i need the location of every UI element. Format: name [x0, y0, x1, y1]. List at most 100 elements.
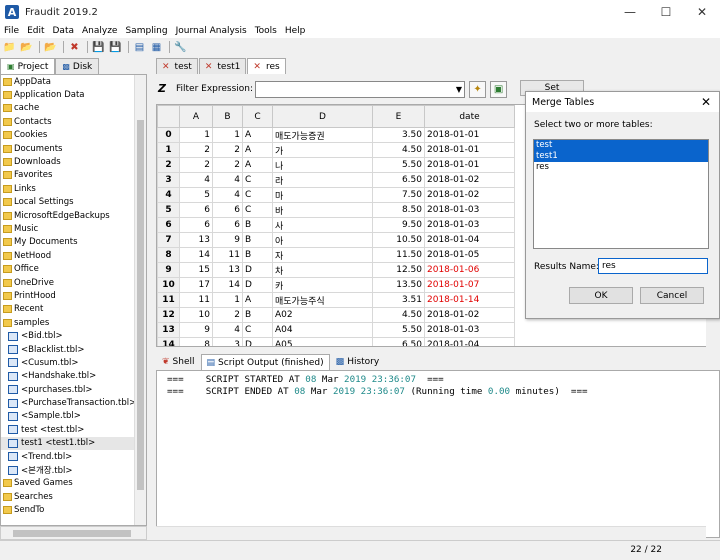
- table-cell[interactable]: C: [242, 322, 273, 338]
- tree-table[interactable]: <Sample.tbl>: [1, 410, 146, 423]
- table-cell[interactable]: B: [242, 217, 273, 233]
- tab-history[interactable]: ▩ History: [330, 354, 386, 370]
- tree-horizontal-scrollbar[interactable]: [0, 526, 147, 540]
- table-cell[interactable]: 4: [179, 172, 213, 188]
- table-row[interactable]: 12 10 2 B A02 4.50 2018-01-02: [157, 307, 515, 323]
- table-cell[interactable]: 2018-01-04: [424, 232, 515, 248]
- tree-table[interactable]: <Blacklist.tbl>: [1, 343, 146, 356]
- table-cell[interactable]: 3.51: [372, 292, 425, 308]
- table-cell[interactable]: 2: [212, 307, 243, 323]
- column-header[interactable]: C: [242, 105, 273, 128]
- table-row[interactable]: 8 14 11 B 자 11.50 2018-01-05: [157, 247, 515, 263]
- table-row[interactable]: 2 2 2 A 나 5.50 2018-01-01: [157, 157, 515, 173]
- tree-folder[interactable]: Recent: [1, 303, 146, 316]
- table-cell[interactable]: 13.50: [372, 277, 425, 293]
- table-cell[interactable]: 13: [212, 262, 243, 278]
- table-cell[interactable]: 4.50: [372, 142, 425, 158]
- table-cell[interactable]: 자: [272, 247, 373, 263]
- results-name-input[interactable]: res: [598, 258, 708, 274]
- wrench-icon[interactable]: 🔧: [173, 40, 188, 54]
- table-cell[interactable]: C: [242, 172, 273, 188]
- filter-expression-input[interactable]: ▼: [255, 80, 466, 98]
- table-cell[interactable]: 사: [272, 217, 373, 233]
- list-item[interactable]: res: [534, 162, 708, 173]
- table-cell[interactable]: A02: [272, 307, 373, 323]
- table-cell[interactable]: A: [242, 127, 273, 143]
- table-row[interactable]: 10 17 14 D 카 13.50 2018-01-07: [157, 277, 515, 293]
- tree-folder[interactable]: OneDrive: [1, 276, 146, 289]
- tree-folder[interactable]: Office: [1, 262, 146, 275]
- open-icon[interactable]: 📂: [43, 40, 58, 54]
- table-cell[interactable]: 2: [179, 157, 213, 173]
- table-row[interactable]: 9 15 13 D 차 12.50 2018-01-06: [157, 262, 515, 278]
- table-row[interactable]: 0 1 1 A 매도가능증권 3.50 2018-01-01: [157, 127, 515, 143]
- table-cell[interactable]: 2018-01-05: [424, 247, 515, 263]
- table-row[interactable]: 1 2 2 A 가 4.50 2018-01-01: [157, 142, 515, 158]
- table-cell[interactable]: 카: [272, 277, 373, 293]
- table-cell[interactable]: 매도가능주식: [272, 292, 373, 308]
- table-row[interactable]: 11 11 1 A 매도가능주식 3.51 2018-01-14: [157, 292, 515, 308]
- table-cell[interactable]: 9.50: [372, 217, 425, 233]
- table-cell[interactable]: C: [242, 187, 273, 203]
- menu-data[interactable]: Data: [49, 26, 79, 36]
- table-cell[interactable]: 2018-01-01: [424, 142, 515, 158]
- table-cell[interactable]: 2018-01-03: [424, 217, 515, 233]
- tab-project[interactable]: ▣ Project: [0, 58, 56, 74]
- table-cell[interactable]: D: [242, 277, 273, 293]
- column-header[interactable]: E: [372, 105, 425, 128]
- table-cell[interactable]: A05: [272, 337, 373, 346]
- table-row[interactable]: 7 13 9 B 아 10.50 2018-01-04: [157, 232, 515, 248]
- table-cell[interactable]: 2: [212, 142, 243, 158]
- table-cell[interactable]: 2018-01-02: [424, 187, 515, 203]
- tree-folder[interactable]: PrintHood: [1, 289, 146, 302]
- table-cell[interactable]: 5.50: [372, 322, 425, 338]
- table-cell[interactable]: 나: [272, 157, 373, 173]
- tab-shell[interactable]: ❦ Shell: [156, 354, 201, 370]
- table-cell[interactable]: 1: [212, 292, 243, 308]
- menu-help[interactable]: Help: [281, 26, 310, 36]
- table-cell[interactable]: 14: [179, 247, 213, 263]
- table-row[interactable]: 6 6 6 B 사 9.50 2018-01-03: [157, 217, 515, 233]
- table-cell[interactable]: D: [242, 337, 273, 346]
- list-item[interactable]: test: [534, 140, 708, 151]
- tree-vertical-scrollbar[interactable]: [134, 75, 146, 525]
- table-cell[interactable]: B: [242, 307, 273, 323]
- table-cell[interactable]: 13: [179, 232, 213, 248]
- table-cell[interactable]: B: [242, 247, 273, 263]
- table-cell[interactable]: 5: [179, 187, 213, 203]
- save-icon[interactable]: 💾: [91, 40, 106, 54]
- menu-file[interactable]: File: [0, 26, 23, 36]
- table-cell[interactable]: 6: [212, 217, 243, 233]
- table-cell[interactable]: 6: [179, 202, 213, 218]
- table-cell[interactable]: A04: [272, 322, 373, 338]
- tree-folder[interactable]: Favorites: [1, 169, 146, 182]
- table-cell[interactable]: 4: [212, 322, 243, 338]
- menu-sampling[interactable]: Sampling: [121, 26, 171, 36]
- table-row[interactable]: 14 8 3 D A05 6.50 2018-01-04: [157, 337, 515, 346]
- table-cell[interactable]: C: [242, 202, 273, 218]
- table-cell[interactable]: 3.50: [372, 127, 425, 143]
- tree-folder[interactable]: Downloads: [1, 155, 146, 168]
- table-cell[interactable]: 2: [179, 142, 213, 158]
- table-cell[interactable]: 9: [179, 322, 213, 338]
- table-cell[interactable]: 라: [272, 172, 373, 188]
- tree-folder[interactable]: Searches: [1, 490, 146, 503]
- minimize-icon[interactable]: —: [612, 0, 648, 24]
- wand-icon[interactable]: ✦: [469, 80, 487, 98]
- menu-tools[interactable]: Tools: [251, 26, 281, 36]
- table-cell[interactable]: A: [242, 142, 273, 158]
- tree-folder[interactable]: AppData: [1, 75, 146, 88]
- table-cell[interactable]: 10: [179, 307, 213, 323]
- column-header[interactable]: A: [179, 105, 213, 128]
- table-cell[interactable]: 2018-01-01: [424, 157, 515, 173]
- tree-folder[interactable]: MicrosoftEdgeBackups: [1, 209, 146, 222]
- table-cell[interactable]: 4.50: [372, 307, 425, 323]
- tree-table[interactable]: <PurchaseTransaction.tbl>: [1, 396, 146, 409]
- table-cell[interactable]: 11: [212, 247, 243, 263]
- tree-folder[interactable]: cache: [1, 102, 146, 115]
- tree-folder[interactable]: Contacts: [1, 115, 146, 128]
- script-output-console[interactable]: === SCRIPT STARTED AT 08 Mar 2019 23:36:…: [156, 370, 720, 538]
- table-cell[interactable]: 2: [212, 157, 243, 173]
- tree-folder[interactable]: Saved Games: [1, 477, 146, 490]
- table-cell[interactable]: 6.50: [372, 337, 425, 346]
